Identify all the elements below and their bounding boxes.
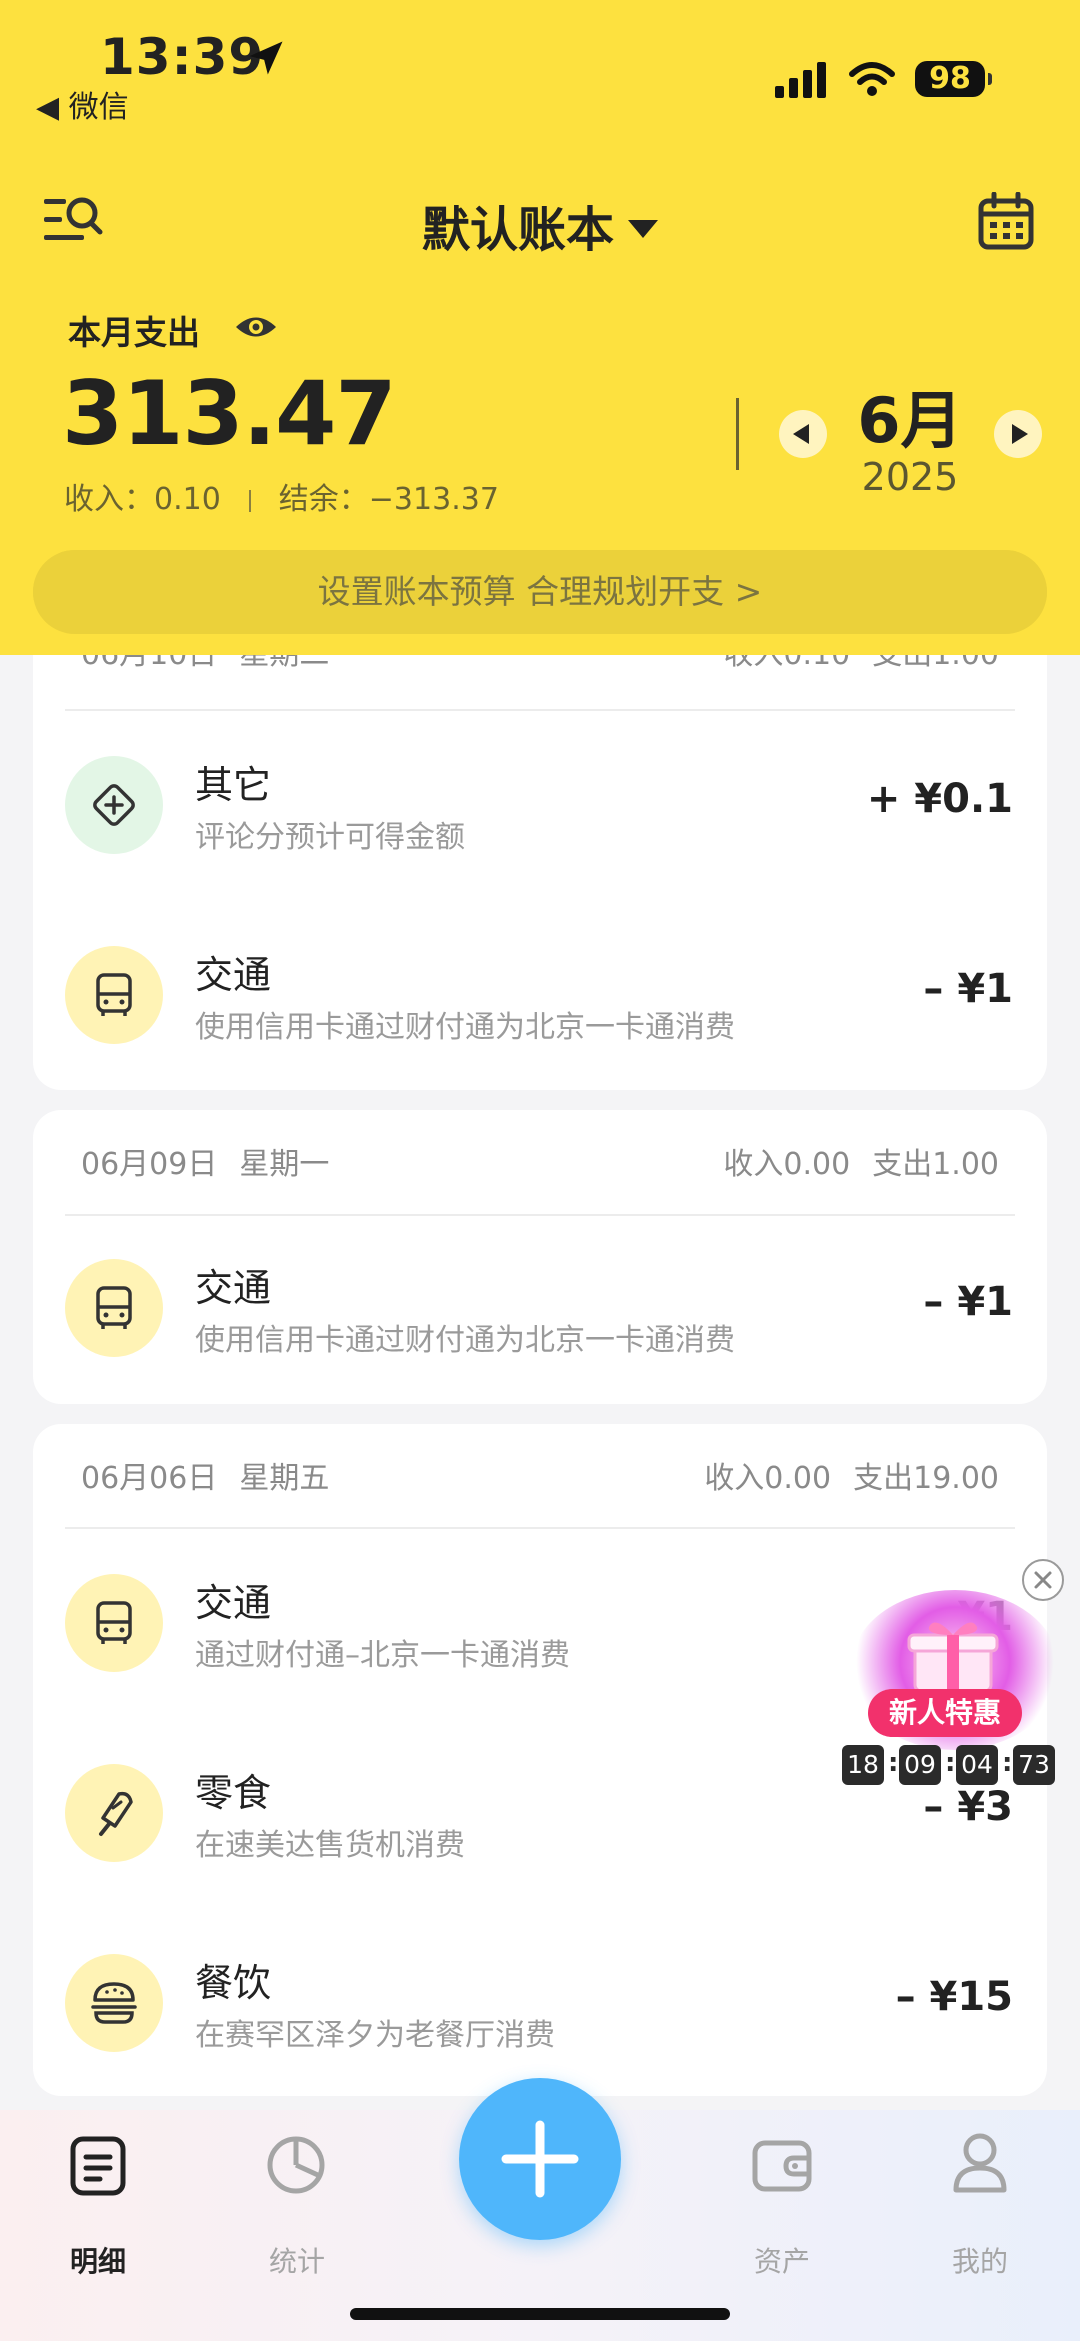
countdown-seconds: 04	[956, 1745, 998, 1785]
item-category: 零食	[195, 1771, 272, 1815]
tab-profile[interactable]: 我的	[920, 2240, 1040, 2280]
caret-right-icon	[1012, 424, 1028, 444]
item-amount: + ¥0.1	[866, 776, 1013, 822]
item-amount: – ¥3	[923, 1784, 1013, 1830]
current-month[interactable]: 6月	[820, 370, 1000, 460]
item-desc: 在赛罕区泽夕为老餐厅消费	[195, 2018, 555, 2053]
item-category: 交通	[195, 1581, 272, 1625]
category-icon-bg	[65, 946, 163, 1044]
countdown-centiseconds: 73	[1013, 1745, 1055, 1785]
day-income: 收入0.00	[704, 1461, 832, 1496]
gift-icon	[907, 1622, 999, 1693]
calendar-icon[interactable]	[978, 192, 1034, 250]
item-category: 交通	[195, 1266, 272, 1310]
divider	[65, 1214, 1015, 1216]
bus-icon	[96, 973, 132, 1016]
category-icon-bg	[65, 1574, 163, 1672]
wifi-icon	[849, 62, 895, 96]
day-card: 06月09日 星期一 收入0.00 支出1.00 交通 使用信用卡通过财付通为北京一…	[33, 1110, 1047, 1404]
tab-assets[interactable]: 资产	[722, 2240, 842, 2280]
countdown-colon: :	[888, 1748, 899, 1778]
day-expense: 支出1.00	[872, 1147, 999, 1182]
add-record-button[interactable]	[459, 2078, 621, 2240]
item-amount: – ¥15	[895, 1974, 1013, 2020]
promo-close-button[interactable]	[1022, 1559, 1064, 1601]
bus-icon	[96, 1286, 132, 1329]
day-income: 收入0.00	[723, 1147, 851, 1182]
tab-statistics[interactable]: 统计	[237, 2240, 357, 2280]
category-icon-bg	[65, 1259, 163, 1357]
category-icon-bg	[65, 1954, 163, 2052]
bus-icon	[96, 1601, 132, 1644]
balance-text: 结余：−313.37	[278, 482, 499, 517]
day-header: 06月09日 星期一 收入0.00 支出1.00	[81, 1110, 999, 1220]
list-item[interactable]: 交通 使用信用卡通过财付通为北京一卡通消费 – ¥1	[33, 1233, 1047, 1383]
item-amount: – ¥1	[923, 966, 1013, 1012]
location-arrow-icon	[249, 41, 283, 75]
item-category: 餐饮	[195, 1961, 272, 2005]
back-to-wechat[interactable]: ◀ 微信	[36, 82, 129, 126]
burger-icon	[91, 1982, 137, 2024]
countdown-colon: :	[1002, 1748, 1013, 1778]
countdown-colon: :	[945, 1748, 956, 1778]
item-desc: 使用信用卡通过财付通为北京一卡通消费	[195, 1010, 735, 1045]
signal-icon	[775, 62, 826, 98]
wallet-icon[interactable]	[752, 2138, 812, 2194]
vertical-divider	[736, 398, 739, 470]
divider	[65, 709, 1015, 711]
caret-down-icon	[628, 220, 658, 238]
day-date: 06月06日	[81, 1461, 218, 1496]
income-text: 收入：0.10	[64, 482, 221, 517]
list-document-icon[interactable]	[70, 2136, 126, 2196]
person-icon[interactable]	[952, 2132, 1008, 2194]
budget-banner-overlay[interactable]: 设置账本预算 合理规划开支 >	[33, 550, 1047, 634]
current-year: 2025	[861, 455, 959, 499]
list-item[interactable]: 交通 使用信用卡通过财付通为北京一卡通消费 – ¥1	[33, 920, 1047, 1070]
month-expense-amount: 313.47	[62, 362, 397, 465]
income-balance-line: 收入：0.10 结余：−313.37	[64, 474, 499, 518]
item-category: 其它	[195, 763, 272, 807]
list-item[interactable]: 餐饮 在赛罕区泽夕为老餐厅消费 – ¥15	[33, 1928, 1047, 2078]
close-icon	[1034, 1571, 1052, 1589]
eye-icon[interactable]	[234, 312, 278, 342]
countdown-minutes: 09	[899, 1745, 941, 1785]
day-expense: 支出19.00	[853, 1461, 999, 1496]
pie-chart-icon[interactable]	[266, 2134, 326, 2194]
countdown-hours: 18	[842, 1745, 884, 1785]
category-icon-bg	[65, 756, 163, 854]
battery-indicator: 98	[915, 61, 992, 97]
item-amount: – ¥1	[923, 1279, 1013, 1325]
divider	[248, 489, 251, 512]
plus-icon	[501, 2120, 579, 2198]
caret-left-icon	[793, 424, 809, 444]
item-desc: 使用信用卡通过财付通为北京一卡通消费	[195, 1323, 735, 1358]
item-desc: 通过财付通–北京一卡通消费	[195, 1638, 570, 1673]
diamond-plus-icon	[93, 784, 135, 826]
day-weekday: 星期一	[239, 1147, 330, 1182]
item-category: 交通	[195, 953, 272, 997]
promo-badge[interactable]: 新人特惠	[868, 1689, 1022, 1737]
day-card: 06月10日星期二 收入0.10支出1.00 其它 评论分预计可得金额 + ¥0…	[33, 600, 1047, 1090]
budget-banner-text: 设置账本预算 合理规划开支 >	[317, 572, 763, 611]
list-item[interactable]: 其它 评论分预计可得金额 + ¥0.1	[33, 730, 1047, 880]
divider	[65, 1527, 1015, 1529]
ledger-selector[interactable]: 默认账本	[0, 190, 1080, 260]
home-indicator	[350, 2308, 730, 2320]
status-time: 13:39	[100, 28, 265, 86]
category-icon-bg	[65, 1764, 163, 1862]
next-month-button[interactable]	[994, 410, 1042, 458]
day-date: 06月09日	[81, 1147, 218, 1182]
ledger-title: 默认账本	[421, 202, 614, 258]
day-weekday: 星期五	[239, 1461, 330, 1496]
month-expense-label: 本月支出	[68, 313, 200, 352]
popsicle-icon	[99, 1791, 133, 1836]
item-desc: 评论分预计可得金额	[195, 820, 465, 855]
day-header: 06月06日 星期五 收入0.00 支出19.00	[81, 1424, 999, 1534]
tab-details[interactable]: 明细	[38, 2240, 158, 2280]
item-desc: 在速美达售货机消费	[195, 1828, 465, 1863]
